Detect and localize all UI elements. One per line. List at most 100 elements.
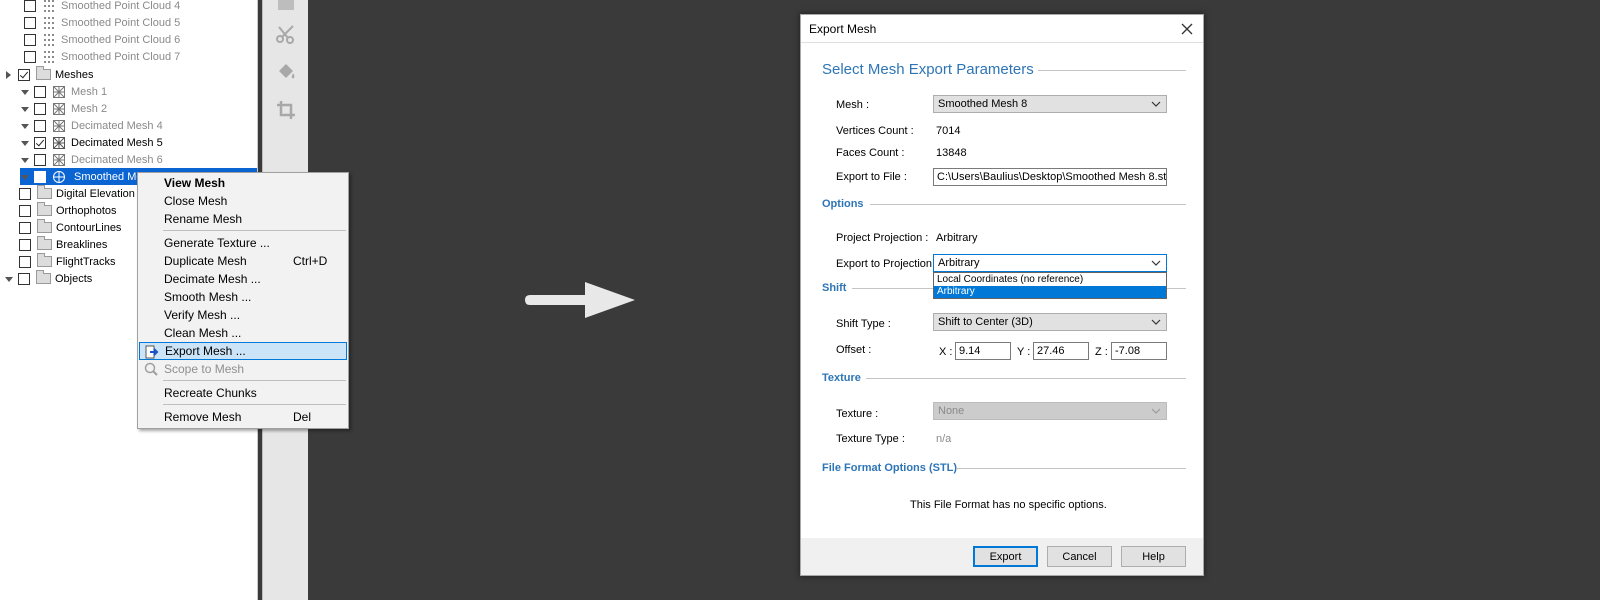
- crop-tool-button[interactable]: [274, 98, 298, 122]
- tree-item-checkbox[interactable]: [24, 50, 36, 63]
- expand-arrow-icon[interactable]: [4, 70, 14, 80]
- menu-item-label: Decimate Mesh ...: [164, 272, 261, 286]
- help-button[interactable]: Help: [1121, 546, 1186, 567]
- section-rule: [956, 468, 1186, 469]
- mesh-icon: [51, 102, 67, 116]
- menu-item-recreate-chunks[interactable]: Recreate Chunks: [139, 384, 347, 402]
- tree-item-checkbox[interactable]: [24, 16, 36, 29]
- close-button[interactable]: [1177, 19, 1197, 39]
- shift-type-label: Shift Type :: [836, 318, 891, 330]
- tree-item-checkbox[interactable]: [24, 0, 36, 12]
- projection-option-arbitrary[interactable]: Arbitrary: [934, 286, 1166, 298]
- menu-item-generate-texture[interactable]: Generate Texture ...: [139, 234, 347, 252]
- tree-item-smoothed-point-cloud-4[interactable]: Smoothed Point Cloud 4: [24, 0, 180, 14]
- section-rule: [866, 378, 1186, 379]
- point-cloud-icon: [41, 50, 57, 64]
- collapse-arrow-icon[interactable]: [20, 172, 30, 182]
- tree-item-smoothed-point-cloud-7[interactable]: Smoothed Point Cloud 7: [24, 48, 180, 65]
- chevron-down-icon: [1151, 408, 1161, 414]
- tree-item-meshes[interactable]: Meshes: [4, 66, 94, 83]
- tree-item-checkbox[interactable]: [19, 238, 31, 251]
- menu-item-label: Recreate Chunks: [164, 386, 257, 400]
- tool-button[interactable]: [274, 0, 298, 16]
- tree-item-contourlines[interactable]: ContourLines: [19, 219, 121, 236]
- export-to-file-label: Export to File :: [836, 171, 907, 183]
- shift-type-select[interactable]: Shift to Center (3D): [933, 313, 1167, 331]
- collapse-arrow-icon[interactable]: [4, 274, 14, 284]
- offset-label: Offset :: [836, 344, 872, 356]
- tree-item-decimated-mesh-5[interactable]: Decimated Mesh 5: [20, 134, 163, 151]
- tree-item-mesh-2[interactable]: Mesh 2: [20, 100, 107, 117]
- folder-icon: [35, 66, 51, 82]
- export-projection-select[interactable]: Arbitrary: [933, 254, 1167, 272]
- collapse-arrow-icon[interactable]: [20, 104, 30, 114]
- export-button[interactable]: Export: [973, 546, 1038, 567]
- cut-tool-button[interactable]: [274, 22, 298, 46]
- tree-item-decimated-mesh-6[interactable]: Decimated Mesh 6: [20, 151, 163, 168]
- menu-item-scope-to-mesh[interactable]: Scope to Mesh: [139, 360, 347, 378]
- tree-item-checkbox[interactable]: [34, 102, 46, 115]
- tree-item-checkbox[interactable]: [18, 68, 30, 81]
- tree-item-checkbox[interactable]: [34, 85, 46, 98]
- menu-item-decimate-mesh[interactable]: Decimate Mesh ...: [139, 270, 347, 288]
- tree-item-label: Smoothed Point Cloud 5: [61, 16, 181, 29]
- right-arrow-icon: [525, 282, 635, 318]
- menu-item-export-mesh[interactable]: Export Mesh ...: [139, 342, 347, 360]
- shift-type-select-value: Shift to Center (3D): [938, 316, 1033, 328]
- section-rule: [870, 204, 1186, 205]
- texture-label: Texture :: [836, 408, 879, 420]
- menu-item-smooth-mesh[interactable]: Smooth Mesh ...: [139, 288, 347, 306]
- offset-y-input[interactable]: 27.46: [1033, 342, 1089, 360]
- tree-item-checkbox[interactable]: [34, 153, 46, 166]
- tree-item-digital-elevation[interactable]: Digital Elevation I: [19, 185, 141, 202]
- tree-item-checkbox[interactable]: [34, 170, 46, 183]
- tree-item-objects[interactable]: Objects: [4, 270, 92, 287]
- menu-item-duplicate-mesh[interactable]: Duplicate Mesh Ctrl+D: [139, 252, 347, 270]
- mesh-icon: [51, 136, 67, 150]
- menu-item-close-mesh[interactable]: Close Mesh: [139, 192, 347, 210]
- magnifier-icon: [144, 362, 158, 376]
- menu-item-clean-mesh[interactable]: Clean Mesh ...: [139, 324, 347, 342]
- tree-item-checkbox[interactable]: [19, 221, 31, 234]
- tree-item-checkbox[interactable]: [34, 136, 46, 149]
- texture-select[interactable]: None: [933, 402, 1167, 420]
- tree-item-decimated-mesh-4[interactable]: Decimated Mesh 4: [20, 117, 163, 134]
- mesh-select[interactable]: Smoothed Mesh 8: [933, 95, 1167, 113]
- tree-item-checkbox[interactable]: [24, 33, 36, 46]
- collapse-arrow-icon[interactable]: [20, 138, 30, 148]
- collapse-arrow-icon[interactable]: [20, 87, 30, 97]
- collapse-arrow-icon[interactable]: [20, 121, 30, 131]
- dialog-title: Export Mesh: [809, 22, 877, 36]
- scissors-icon: [276, 25, 294, 44]
- tree-item-label: Mesh 1: [71, 85, 108, 98]
- tree-item-checkbox[interactable]: [19, 255, 31, 268]
- projection-option-local[interactable]: Local Coordinates (no reference): [934, 274, 1166, 286]
- tree-item-mesh-1[interactable]: Mesh 1: [20, 83, 107, 100]
- menu-item-view-mesh[interactable]: View Mesh: [139, 174, 347, 192]
- menu-item-verify-mesh[interactable]: Verify Mesh ...: [139, 306, 347, 324]
- tree-item-breaklines[interactable]: Breaklines: [19, 236, 107, 253]
- paint-tool-button[interactable]: [274, 60, 298, 84]
- mesh-select-value: Smoothed Mesh 8: [938, 98, 1028, 110]
- tree-item-smoothed-point-cloud-5[interactable]: Smoothed Point Cloud 5: [24, 14, 180, 31]
- faces-count-label: Faces Count :: [836, 147, 905, 159]
- tree-item-label: Orthophotos: [56, 204, 117, 217]
- export-file-input[interactable]: C:\Users\Baulius\Desktop\Smoothed Mesh 8…: [933, 168, 1167, 186]
- tree-item-checkbox[interactable]: [34, 119, 46, 132]
- collapse-arrow-icon[interactable]: [20, 155, 30, 165]
- tree-item-checkbox[interactable]: [18, 272, 30, 285]
- tree-item-flighttracks[interactable]: FlightTracks: [19, 253, 116, 270]
- tree-item-orthophotos[interactable]: Orthophotos: [19, 202, 117, 219]
- offset-z-input[interactable]: -7.08: [1111, 342, 1167, 360]
- tree-item-checkbox[interactable]: [19, 204, 31, 217]
- menu-item-rename-mesh[interactable]: Rename Mesh: [139, 210, 347, 228]
- offset-x-input[interactable]: 9.14: [955, 342, 1011, 360]
- tree-item-checkbox[interactable]: [19, 187, 31, 200]
- mesh-icon: [51, 119, 67, 133]
- menu-item-label: Export Mesh ...: [165, 344, 246, 358]
- tree-item-smoothed-point-cloud-6[interactable]: Smoothed Point Cloud 6: [24, 31, 180, 48]
- menu-item-remove-mesh[interactable]: Remove Mesh Del: [139, 408, 347, 426]
- cancel-button[interactable]: Cancel: [1047, 546, 1112, 567]
- menu-item-label: Rename Mesh: [164, 212, 243, 226]
- menu-item-label: Duplicate Mesh: [164, 254, 247, 268]
